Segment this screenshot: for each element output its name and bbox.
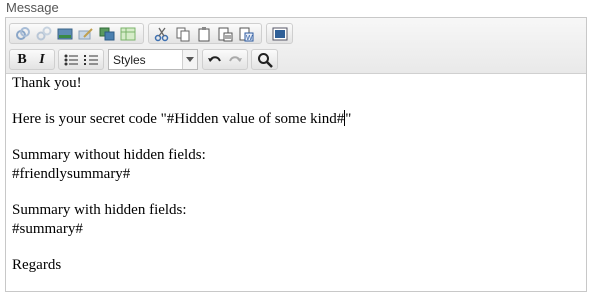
styles-select-value: Styles — [113, 52, 146, 67]
bulleted-list-icon[interactable] — [61, 50, 81, 69]
toolbar-group-source — [266, 23, 293, 44]
svg-text:W: W — [246, 35, 253, 42]
insert-media-icon[interactable] — [96, 24, 117, 43]
copy-icon[interactable] — [172, 24, 193, 43]
summary-without-token: #friendlysummary# — [12, 166, 131, 182]
toolbar-group-find — [251, 49, 278, 70]
toolbar-group-lists — [58, 49, 104, 70]
image-icon[interactable] — [54, 24, 75, 43]
toolbar-group-insert — [9, 23, 144, 44]
secret-code-text: Here is your secret code "#Hidden value … — [12, 111, 345, 127]
summary-with-label: Summary with hidden fields: — [12, 202, 187, 218]
summary-with-block: Summary with hidden fields: #summary# — [12, 201, 582, 239]
toolbar-group-format: B I — [9, 49, 55, 70]
unlink-icon[interactable] — [33, 24, 54, 43]
greeting-text: Thank you! — [12, 75, 82, 91]
redo-icon[interactable] — [225, 50, 245, 69]
toolbar-group-history — [202, 49, 248, 70]
source-icon[interactable] — [269, 24, 290, 43]
summary-with-token: #summary# — [12, 221, 83, 237]
numbered-list-icon[interactable] — [81, 50, 101, 69]
italic-icon[interactable]: I — [32, 50, 52, 69]
summary-without-label: Summary without hidden fields: — [12, 147, 206, 163]
message-label: Message — [6, 0, 59, 15]
editor-toolbar: W B I Styles — [6, 18, 586, 74]
toolbar-group-clipboard: W — [148, 23, 262, 44]
find-icon[interactable] — [254, 50, 275, 69]
cut-icon[interactable] — [151, 24, 172, 43]
link-icon[interactable] — [12, 24, 33, 43]
chevron-down-icon[interactable] — [182, 50, 197, 69]
secret-code-closing-quote: " — [345, 111, 352, 127]
secret-code-line: Here is your secret code "#Hidden value … — [12, 110, 582, 129]
paste-icon[interactable] — [193, 24, 214, 43]
editor-content[interactable]: Thank you! Here is your secret code "#Hi… — [12, 74, 582, 292]
bold-icon[interactable]: B — [12, 50, 32, 69]
paste-text-icon[interactable] — [214, 24, 235, 43]
rich-text-editor[interactable]: W B I Styles Thank you! Here is your sec… — [5, 17, 587, 292]
summary-without-block: Summary without hidden fields: #friendly… — [12, 146, 582, 184]
edit-image-icon[interactable] — [75, 24, 96, 43]
undo-icon[interactable] — [205, 50, 225, 69]
closing-text: Regards — [12, 257, 62, 273]
table-icon[interactable] — [117, 24, 138, 43]
styles-select[interactable]: Styles — [108, 49, 198, 70]
paste-word-icon[interactable]: W — [235, 24, 256, 43]
